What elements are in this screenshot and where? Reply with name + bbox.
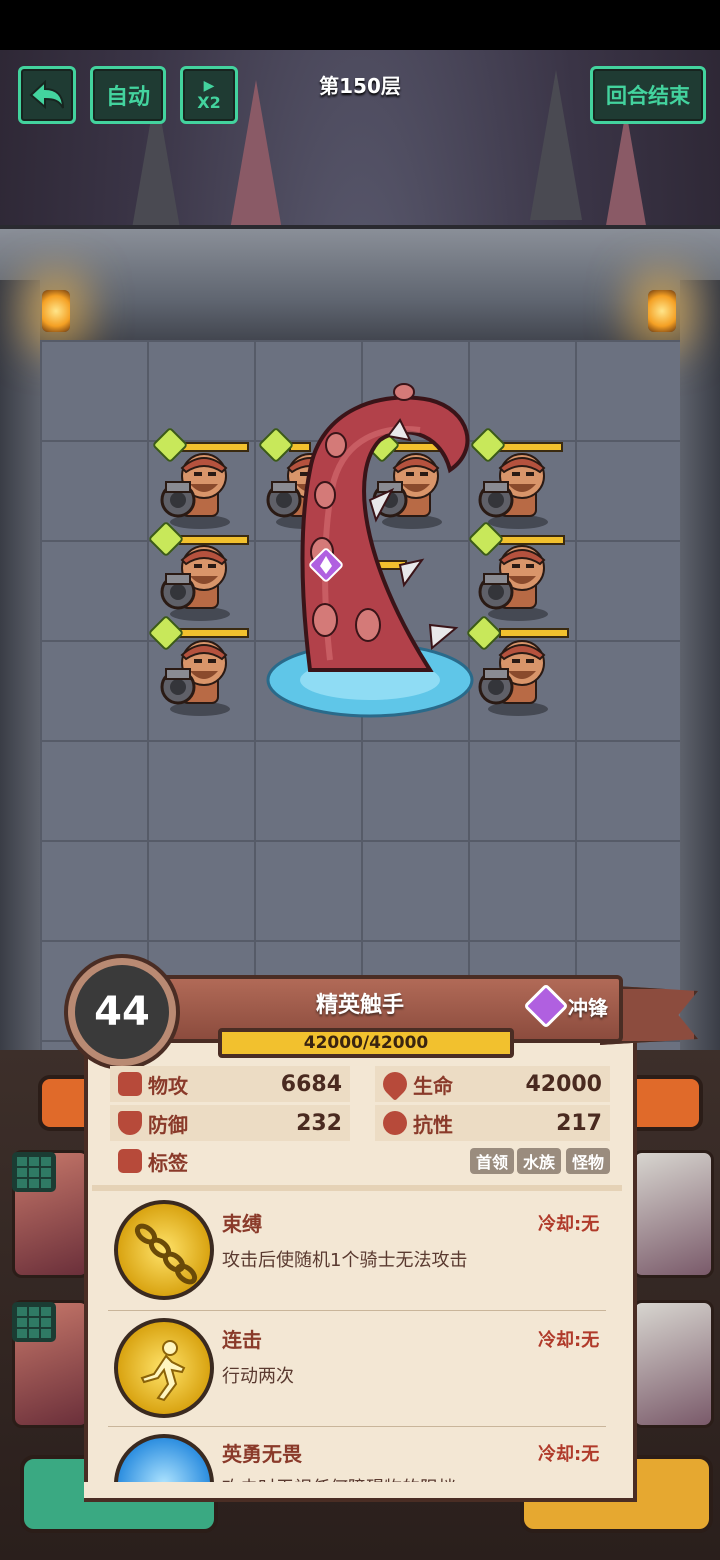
panel-bottom-edge xyxy=(84,1482,629,1502)
shield-icon xyxy=(118,1111,142,1135)
dwarf-enemy xyxy=(160,639,232,718)
heart-icon xyxy=(378,1067,412,1101)
stat-label: 防御 xyxy=(148,1112,188,1137)
dwarf-enemy xyxy=(478,544,550,623)
stat-defense: 防御 232 xyxy=(110,1105,350,1141)
level-value: 44 xyxy=(94,989,150,1035)
dwarf-enemy xyxy=(160,452,232,531)
stat-resist: 抗性 217 xyxy=(375,1105,610,1141)
dwarf-enemy xyxy=(478,452,550,531)
dwarf-enemy xyxy=(372,452,444,531)
tag-badge: 水族 xyxy=(517,1148,562,1174)
stat-label: 生命 xyxy=(413,1073,453,1098)
stat-phys-atk: 物攻 6684 xyxy=(110,1066,350,1102)
skill-cooldown: 冷却:无 xyxy=(538,1214,600,1235)
skill-description: 攻击后使随机1个骑士无法攻击 xyxy=(222,1250,468,1271)
running-figure-icon xyxy=(114,1318,214,1418)
skill-name: 束缚 xyxy=(222,1212,262,1236)
enemy-hp-bar: 42000/42000 xyxy=(218,1028,514,1058)
formation-icon[interactable] xyxy=(12,1152,56,1192)
stat-value: 217 xyxy=(556,1110,602,1136)
dwarf-enemy xyxy=(478,639,550,718)
divider xyxy=(108,1426,606,1427)
lightning-icon xyxy=(383,1111,407,1135)
divider xyxy=(92,1185,622,1191)
skill-name: 英勇无畏 xyxy=(222,1442,302,1466)
trait-label: 冲锋 xyxy=(568,996,608,1020)
stat-label: 抗性 xyxy=(413,1112,453,1137)
tentacle-boss xyxy=(266,383,474,718)
skill-cooldown: 冷却:无 xyxy=(538,1330,600,1351)
hero-card-right[interactable] xyxy=(632,1150,714,1278)
stat-value: 6684 xyxy=(280,1071,342,1097)
formation-icon[interactable] xyxy=(12,1302,56,1342)
tag-badge: 怪物 xyxy=(566,1148,611,1174)
skill-name: 连击 xyxy=(222,1328,262,1352)
hp-text: 42000/42000 xyxy=(303,1033,429,1053)
stat-value: 42000 xyxy=(525,1071,602,1097)
skill-description: 行动两次 xyxy=(222,1366,294,1387)
level-badge: 44 xyxy=(68,958,176,1066)
blue-orb-icon xyxy=(114,1434,214,1482)
chain-icon xyxy=(114,1200,214,1300)
hero-card-right[interactable] xyxy=(632,1300,714,1428)
battlefield-units xyxy=(149,383,569,718)
tag-icon xyxy=(118,1149,142,1173)
skill-description: 攻击时无视任何障碍物的阻挡 xyxy=(222,1474,456,1482)
dwarf-enemy xyxy=(160,544,232,623)
tag-badge: 首领 xyxy=(470,1148,515,1174)
fist-icon xyxy=(118,1072,142,1096)
stat-label: 物攻 xyxy=(148,1073,188,1098)
skill-cooldown: 冷却:无 xyxy=(538,1444,600,1465)
divider xyxy=(108,1310,606,1311)
stat-hp: 生命 42000 xyxy=(375,1066,610,1102)
enemy-name: 精英触手 xyxy=(315,993,404,1018)
stat-label: 标签 xyxy=(148,1150,188,1175)
stat-value: 232 xyxy=(296,1110,342,1136)
skill-row-clip: 英勇无畏 冷却:无 攻击时无视任何障碍物的阻挡 xyxy=(84,1430,629,1482)
